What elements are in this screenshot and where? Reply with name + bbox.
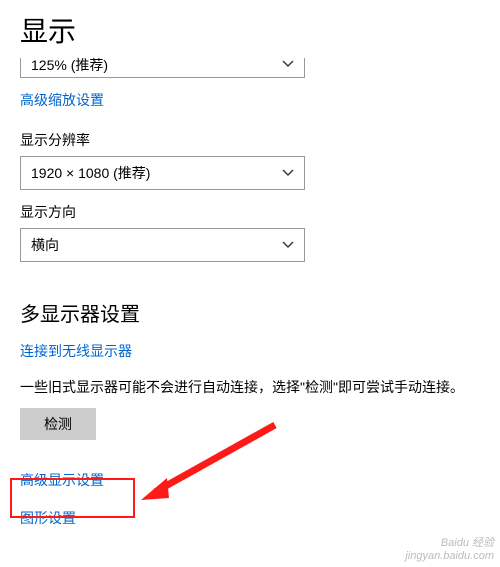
watermark-line2: jingyan.baidu.com	[405, 550, 494, 563]
chevron-down-icon	[282, 167, 294, 179]
watermark: Baidu 经验 jingyan.baidu.com	[405, 537, 494, 563]
advanced-scaling-link[interactable]: 高级缩放设置	[20, 90, 104, 110]
scale-dropdown[interactable]: 125% (推荐)	[20, 58, 305, 78]
resolution-label: 显示分辨率	[20, 130, 480, 150]
orientation-label: 显示方向	[20, 202, 480, 222]
scale-value: 125% (推荐)	[31, 58, 108, 72]
orientation-value: 横向	[31, 235, 59, 255]
advanced-display-link[interactable]: 高级显示设置	[20, 470, 104, 490]
chevron-down-icon	[282, 239, 294, 251]
resolution-dropdown[interactable]: 1920 × 1080 (推荐)	[20, 156, 305, 190]
resolution-value: 1920 × 1080 (推荐)	[31, 163, 150, 183]
legacy-display-desc: 一些旧式显示器可能不会进行自动连接，选择"检测"即可尝试手动连接。	[20, 377, 480, 398]
chevron-down-icon	[282, 58, 294, 70]
graphics-settings-link[interactable]: 图形设置	[20, 508, 76, 528]
multi-display-section-title: 多显示器设置	[20, 298, 480, 327]
watermark-line1: Baidu 经验	[405, 537, 494, 550]
detect-button[interactable]: 检测	[20, 408, 96, 440]
connect-wireless-link[interactable]: 连接到无线显示器	[20, 341, 132, 361]
page-title: 显示	[20, 10, 480, 50]
annotation-arrow	[135, 420, 285, 515]
orientation-dropdown[interactable]: 横向	[20, 228, 305, 262]
